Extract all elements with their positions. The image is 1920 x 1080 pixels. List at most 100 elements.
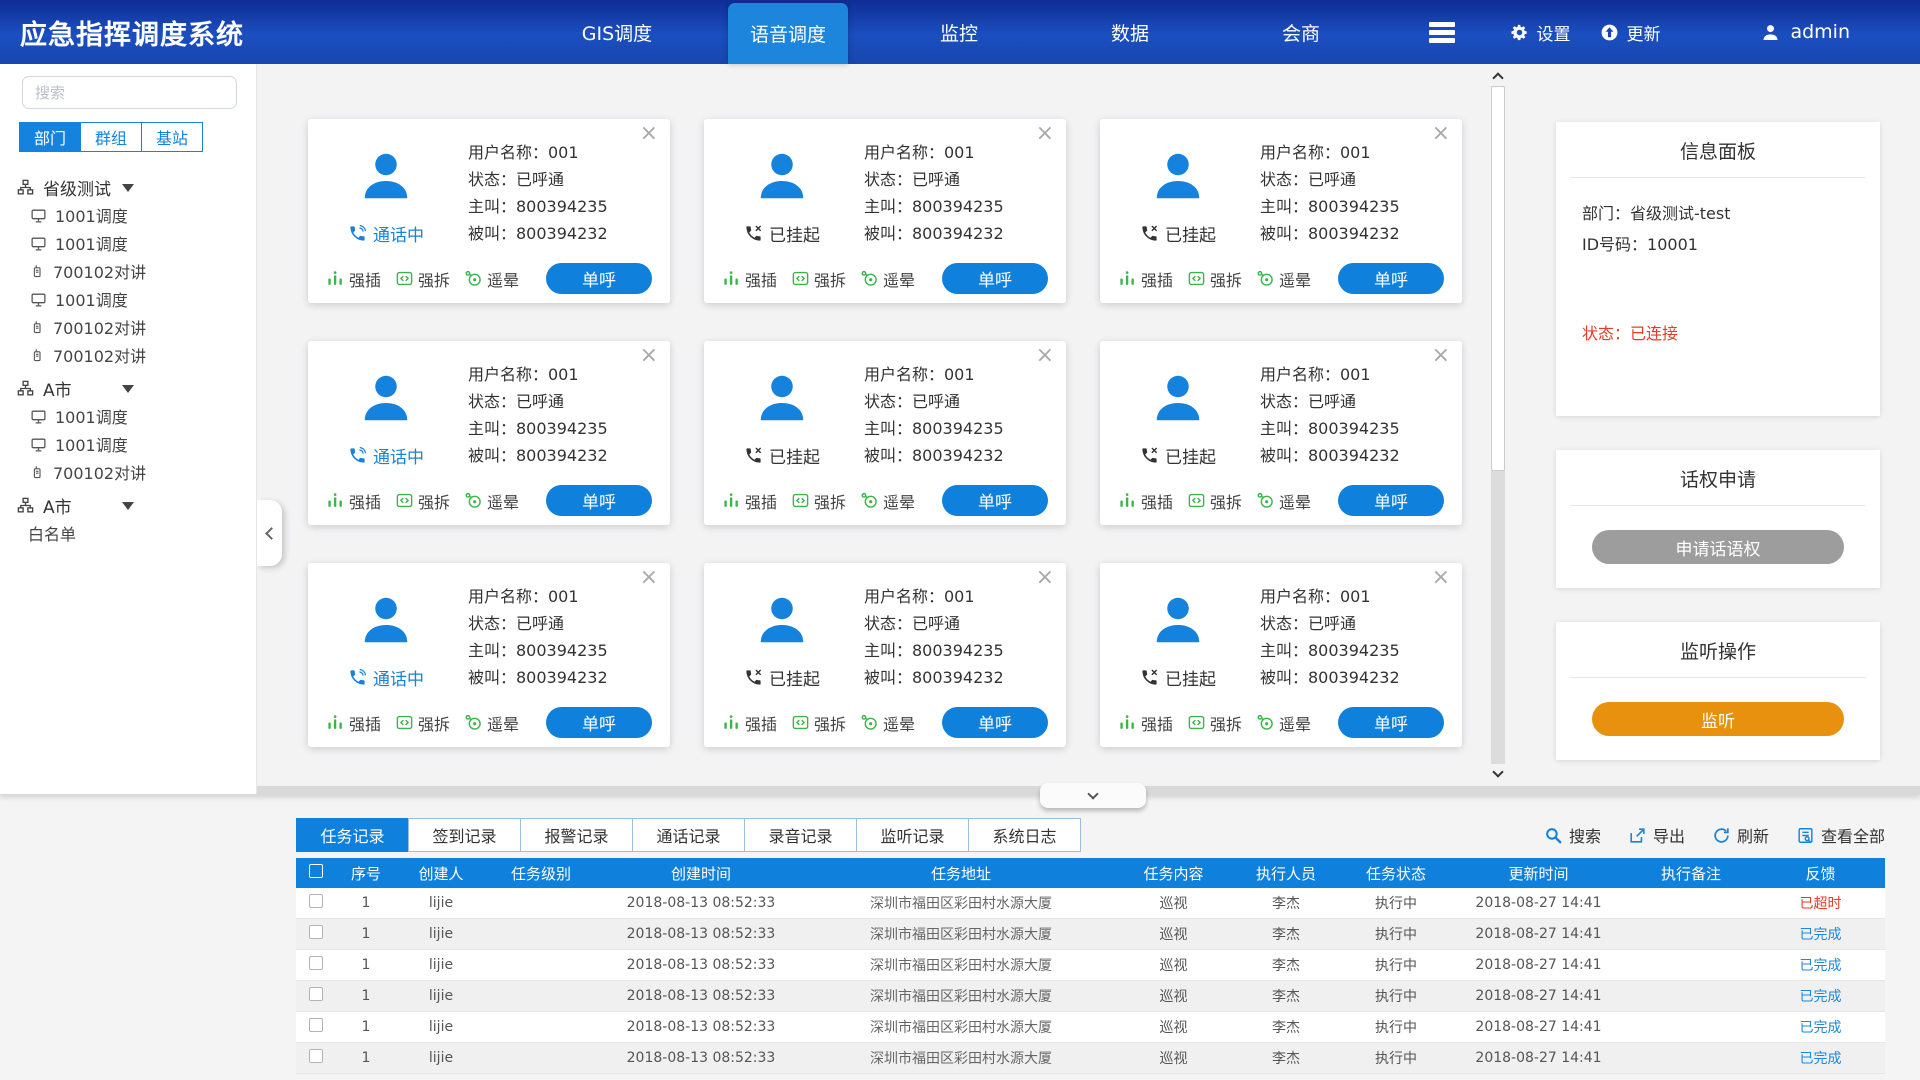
single-call-button[interactable]: 单呼	[1338, 707, 1444, 738]
record-tab[interactable]: 签到记录	[408, 818, 521, 852]
update-button[interactable]: 更新	[1600, 20, 1660, 45]
table-row[interactable]: 1 lijie 2018-08-13 08:52:33 深圳市福田区彩田村水源大…	[296, 888, 1885, 919]
user-menu[interactable]: admin	[1760, 21, 1850, 43]
force-release-button[interactable]: 强拆	[395, 489, 450, 513]
remote-stun-button[interactable]: 遥晕	[464, 267, 519, 291]
nav-item[interactable]: 监控	[899, 0, 1019, 64]
force-release-button[interactable]: 强拆	[1187, 711, 1242, 735]
sidebar-tab[interactable]: 基站	[141, 122, 203, 152]
table-row[interactable]: 1 lijie 2018-08-13 08:52:33 深圳市福田区彩田村水源大…	[296, 1043, 1885, 1074]
close-icon[interactable]: ×	[1432, 345, 1450, 367]
single-call-button[interactable]: 单呼	[1338, 485, 1444, 516]
single-call-button[interactable]: 单呼	[942, 707, 1048, 738]
single-call-button[interactable]: 单呼	[1338, 263, 1444, 294]
scroll-down-button[interactable]	[1490, 766, 1506, 782]
record-tab[interactable]: 系统日志	[968, 818, 1081, 852]
force-release-button[interactable]: 强拆	[791, 267, 846, 291]
remote-stun-button[interactable]: 遥晕	[1256, 267, 1311, 291]
scroll-up-button[interactable]	[1490, 68, 1506, 84]
menu-button[interactable]	[1412, 0, 1472, 64]
nav-item[interactable]: 会商	[1241, 0, 1361, 64]
table-search-button[interactable]: 搜索	[1544, 823, 1601, 847]
force-insert-button[interactable]: 强插	[722, 711, 777, 735]
tree-item[interactable]: 1001调度	[0, 430, 256, 458]
single-call-button[interactable]: 单呼	[942, 263, 1048, 294]
tree-item[interactable]: 1001调度	[0, 402, 256, 430]
record-tab[interactable]: 监听记录	[856, 818, 969, 852]
tree-item[interactable]: 1001调度	[0, 285, 256, 313]
cell-feedback[interactable]: 已超时	[1756, 893, 1885, 913]
scrollbar-track[interactable]	[1491, 86, 1505, 764]
tree-item[interactable]: 1001调度	[0, 229, 256, 257]
force-insert-button[interactable]: 强插	[326, 489, 381, 513]
close-icon[interactable]: ×	[1432, 567, 1450, 589]
close-icon[interactable]: ×	[640, 345, 658, 367]
single-call-button[interactable]: 单呼	[546, 263, 652, 294]
table-row[interactable]: 1 lijie 2018-08-13 08:52:33 深圳市福田区彩田村水源大…	[296, 1012, 1885, 1043]
tree-item[interactable]: 省级测试	[0, 173, 256, 201]
cell-feedback[interactable]: 已完成	[1756, 986, 1885, 1006]
row-checkbox[interactable]	[309, 1018, 323, 1032]
remote-stun-button[interactable]: 遥晕	[860, 489, 915, 513]
refresh-button[interactable]: 刷新	[1712, 823, 1769, 847]
tree-item[interactable]: A市	[0, 374, 256, 402]
record-tab[interactable]: 报警记录	[520, 818, 633, 852]
row-checkbox[interactable]	[309, 956, 323, 970]
cell-feedback[interactable]: 已完成	[1756, 924, 1885, 944]
row-checkbox[interactable]	[309, 894, 323, 908]
record-tab[interactable]: 录音记录	[744, 818, 857, 852]
tree-item[interactable]: 700102对讲	[0, 313, 256, 341]
remote-stun-button[interactable]: 遥晕	[464, 711, 519, 735]
tree-item[interactable]: 700102对讲	[0, 341, 256, 369]
tree-item[interactable]: A市	[0, 491, 256, 519]
close-icon[interactable]: ×	[640, 567, 658, 589]
search-input[interactable]	[35, 84, 229, 102]
nav-item[interactable]: 语音调度	[728, 3, 848, 64]
export-button[interactable]: 导出	[1628, 823, 1685, 847]
close-icon[interactable]: ×	[1036, 567, 1054, 589]
tree-item[interactable]: 700102对讲	[0, 458, 256, 486]
force-insert-button[interactable]: 强插	[1118, 267, 1173, 291]
force-release-button[interactable]: 强拆	[1187, 489, 1242, 513]
nav-item[interactable]: GIS调度	[557, 0, 677, 64]
request-floor-button[interactable]: 申请话语权	[1592, 530, 1844, 564]
remote-stun-button[interactable]: 遥晕	[1256, 489, 1311, 513]
close-icon[interactable]: ×	[1036, 123, 1054, 145]
table-row[interactable]: 1 lijie 2018-08-13 08:52:33 深圳市福田区彩田村水源大…	[296, 981, 1885, 1012]
remote-stun-button[interactable]: 遥晕	[464, 489, 519, 513]
close-icon[interactable]: ×	[640, 123, 658, 145]
nav-item[interactable]: 数据	[1070, 0, 1190, 64]
chevron-down-icon[interactable]	[122, 184, 134, 192]
single-call-button[interactable]: 单呼	[546, 485, 652, 516]
cell-feedback[interactable]: 已完成	[1756, 1017, 1885, 1037]
monitor-button[interactable]: 监听	[1592, 702, 1844, 736]
sidebar-tab[interactable]: 群组	[80, 122, 142, 152]
remote-stun-button[interactable]: 遥晕	[1256, 711, 1311, 735]
tree-item[interactable]: 白名单	[0, 519, 256, 547]
cell-feedback[interactable]: 已完成	[1756, 1048, 1885, 1068]
force-release-button[interactable]: 强拆	[1187, 267, 1242, 291]
force-insert-button[interactable]: 强插	[722, 267, 777, 291]
sidebar-tab[interactable]: 部门	[19, 122, 81, 152]
row-checkbox[interactable]	[309, 1049, 323, 1063]
settings-button[interactable]: 设置	[1510, 20, 1570, 45]
table-row[interactable]: 1 lijie 2018-08-13 08:52:33 深圳市福田区彩田村水源大…	[296, 950, 1885, 981]
force-release-button[interactable]: 强拆	[791, 711, 846, 735]
single-call-button[interactable]: 单呼	[546, 707, 652, 738]
record-tab[interactable]: 通话记录	[632, 818, 745, 852]
row-checkbox[interactable]	[309, 925, 323, 939]
force-insert-button[interactable]: 强插	[326, 711, 381, 735]
tree-item[interactable]: 700102对讲	[0, 257, 256, 285]
force-insert-button[interactable]: 强插	[1118, 711, 1173, 735]
close-icon[interactable]: ×	[1036, 345, 1054, 367]
single-call-button[interactable]: 单呼	[942, 485, 1048, 516]
force-release-button[interactable]: 强拆	[395, 267, 450, 291]
cell-feedback[interactable]: 已完成	[1756, 955, 1885, 975]
remote-stun-button[interactable]: 遥晕	[860, 267, 915, 291]
table-row[interactable]: 1 lijie 2018-08-13 08:52:33 深圳市福田区彩田村水源大…	[296, 919, 1885, 950]
close-icon[interactable]: ×	[1432, 123, 1450, 145]
force-insert-button[interactable]: 强插	[326, 267, 381, 291]
chevron-down-icon[interactable]	[122, 385, 134, 393]
row-checkbox[interactable]	[309, 987, 323, 1001]
records-collapse-handle[interactable]	[1040, 783, 1146, 808]
